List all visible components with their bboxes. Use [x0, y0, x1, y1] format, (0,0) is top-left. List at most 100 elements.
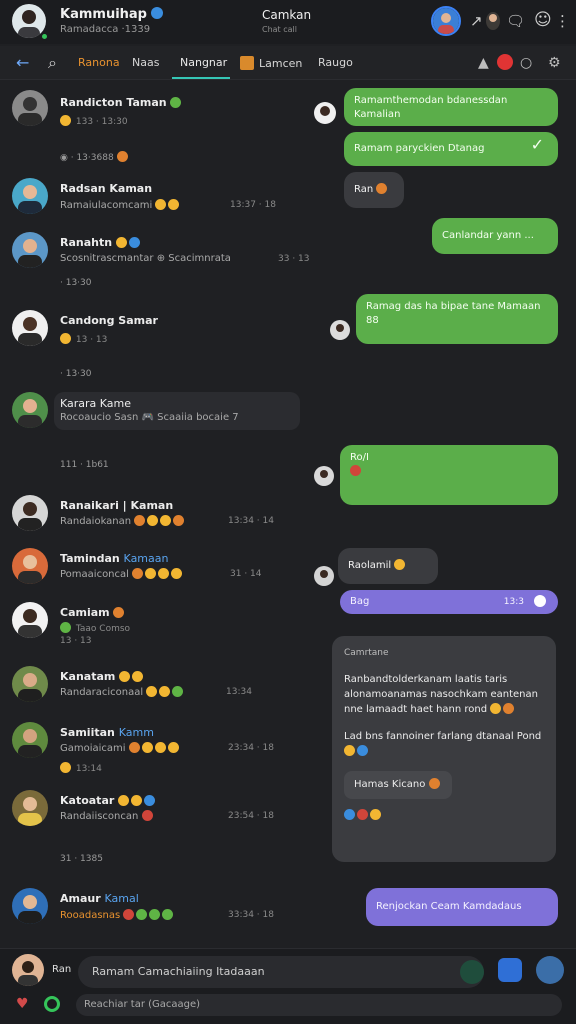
- message-bubble[interactable]: Ro/I: [340, 445, 558, 505]
- message-bubble[interactable]: Canlandar yann ...: [432, 218, 558, 254]
- settings-icon[interactable]: ⚙: [548, 55, 561, 71]
- send-button[interactable]: [536, 956, 564, 984]
- time-divider: 31 · 1385: [60, 854, 103, 864]
- folder-icon: [240, 56, 254, 70]
- list-item[interactable]: Kanatam Randaraciconaal 13:34: [0, 666, 310, 706]
- card-text: Ranbandtolderkanam laatis taris alonamoa…: [344, 674, 538, 715]
- user-label: Ran: [52, 964, 72, 975]
- reaction-icon[interactable]: ☺: [534, 10, 552, 30]
- emoji-icon: [357, 745, 368, 756]
- list-item[interactable]: Radsan Kaman Ramaiulacomcami 13:37 · 18: [0, 178, 310, 218]
- avatar: [12, 666, 48, 702]
- message-card[interactable]: Camrtane Ranbandtolderkanam laatis taris…: [332, 636, 556, 862]
- tab-naas[interactable]: Naas: [132, 56, 159, 69]
- emoji-icon: [141, 810, 153, 821]
- message-time: 13 · 13: [60, 636, 92, 646]
- message-bubble[interactable]: Raolamil: [338, 548, 438, 584]
- nested-bubble[interactable]: Hamas Kicano: [344, 771, 452, 799]
- call-icon[interactable]: ↗: [470, 12, 483, 30]
- list-item[interactable]: Ranahtn Scosnitrascmantar ⊕ Scacimnrata …: [0, 232, 310, 272]
- bell-icon[interactable]: ▲: [478, 55, 489, 71]
- emoji-icon: [113, 607, 125, 618]
- timestamp: 23:54 · 18: [228, 811, 274, 821]
- message-placeholder: Ramam Camachiaiing Itadaaan: [92, 965, 265, 978]
- list-item[interactable]: Randicton Taman 133 · 13:30: [0, 88, 310, 132]
- tab-lamcen[interactable]: Lamcen: [240, 56, 302, 70]
- message-preview: Randaiisconcan: [60, 810, 155, 822]
- message-preview: Pomaaiconcal: [60, 568, 184, 580]
- message-bubble[interactable]: Ramag das ha bipae tane Mamaan 88: [356, 294, 558, 344]
- emoji-icon: [370, 809, 381, 820]
- message-bubble[interactable]: Renjockan Ceam Kamdadaus: [366, 888, 558, 926]
- emoji-icon: [158, 568, 170, 579]
- avatar: [12, 790, 48, 826]
- contact-avatar[interactable]: [431, 6, 461, 36]
- back-arrow-icon[interactable]: ←: [16, 53, 29, 72]
- message-bubble[interactable]: Ramamthemodan bdanessdan Kamalian: [344, 88, 558, 126]
- list-item[interactable]: Ranaikari | Kaman Randaiokanan 13:34 · 1…: [0, 495, 310, 535]
- emoji-icon: [350, 465, 361, 476]
- emoji-icon: [172, 686, 184, 697]
- message-bubble[interactable]: Ramam paryckien Dtanag ✓: [344, 132, 558, 166]
- sender-avatar: [314, 102, 336, 124]
- emoji-icon: [167, 742, 179, 753]
- contact-name: Katoatar: [60, 794, 157, 807]
- contact-name: Amaur Kamal: [60, 892, 139, 905]
- emoji-icon: [131, 795, 143, 806]
- message-bubble[interactable]: Ran: [344, 172, 404, 208]
- emoji-icon: [132, 568, 144, 579]
- user-avatar[interactable]: [12, 954, 44, 986]
- active-tab-indicator: [172, 77, 230, 79]
- message-preview: Rocoaucio Sasn 🎮 Scaaiia bocaie 7: [60, 412, 239, 423]
- tab-ranona[interactable]: Ranona: [78, 56, 120, 69]
- emoji-icon: [154, 742, 166, 753]
- message-bubble[interactable]: Bag 13:3: [340, 590, 558, 614]
- read-icon: [534, 595, 546, 607]
- contact-name: Camiam: [60, 606, 126, 619]
- record-button[interactable]: [497, 54, 513, 70]
- emoji-icon: [123, 909, 135, 920]
- chat-title: Camkan: [262, 8, 312, 22]
- heart-icon[interactable]: ♥: [16, 996, 29, 1012]
- avatar: [12, 232, 48, 268]
- menu-icon[interactable]: ⋮: [555, 12, 570, 30]
- avatar: [12, 888, 48, 924]
- status-ring-icon[interactable]: [44, 996, 60, 1012]
- chat-app: Kammuihap Ramadacca ·1339 Camkan Chat ca…: [0, 0, 576, 1024]
- emoji-icon: [141, 742, 153, 753]
- timestamp: 23:34 · 18: [228, 743, 274, 753]
- emoji-icon: [144, 795, 156, 806]
- more-icon[interactable]: 🗨: [506, 12, 525, 30]
- search-icon[interactable]: ⌕: [48, 53, 57, 73]
- chat-subtitle: Chat call: [262, 25, 297, 34]
- list-item[interactable]: Katoatar Randaiisconcan 23:54 · 18: [0, 790, 310, 830]
- timestamp: 33 · 13: [278, 254, 310, 264]
- tab-nangnar[interactable]: Nangnar: [180, 56, 227, 69]
- emoji-icon: [155, 199, 167, 210]
- emoji-button[interactable]: [498, 958, 522, 982]
- list-item[interactable]: Tamindan Kamaan Pomaaiconcal 31 · 14: [0, 548, 310, 588]
- contact-name: Randicton Taman: [60, 96, 183, 109]
- group-avatar[interactable]: [486, 12, 500, 30]
- list-item[interactable]: Camiam Taao Comso 13 · 13: [0, 602, 310, 646]
- message-meta: Taao Comso: [60, 622, 130, 634]
- message-preview: Randaraciconaal: [60, 686, 185, 698]
- timestamp: 33:34 · 18: [228, 910, 274, 920]
- emoji-icon: [145, 568, 157, 579]
- tab-raugo[interactable]: Raugo: [318, 56, 353, 69]
- avatar: [12, 178, 48, 214]
- status-icon[interactable]: ○: [520, 55, 532, 71]
- list-item[interactable]: Amaur Kamal Rooadasnas 33:34 · 18: [0, 888, 310, 928]
- leaf-icon: [170, 97, 182, 108]
- message-preview: Randaiokanan: [60, 515, 186, 527]
- avatar: [12, 548, 48, 584]
- message-preview: Scosnitrascmantar ⊕ Scacimnrata: [60, 253, 231, 264]
- list-item[interactable]: Samiitan Kamm Gamoiaicami 23:34 · 18 13:…: [0, 722, 310, 778]
- attach-icon[interactable]: [460, 960, 484, 984]
- emoji-icon: [128, 742, 140, 753]
- list-item[interactable]: Candong Samar 13 · 13: [0, 310, 310, 350]
- contact-name: Samiitan Kamm: [60, 726, 154, 739]
- sender-avatar: [330, 320, 350, 340]
- list-item[interactable]: Karara Kame Rocoaucio Sasn 🎮 Scaaiia boc…: [0, 392, 310, 432]
- verified-icon: [150, 7, 163, 19]
